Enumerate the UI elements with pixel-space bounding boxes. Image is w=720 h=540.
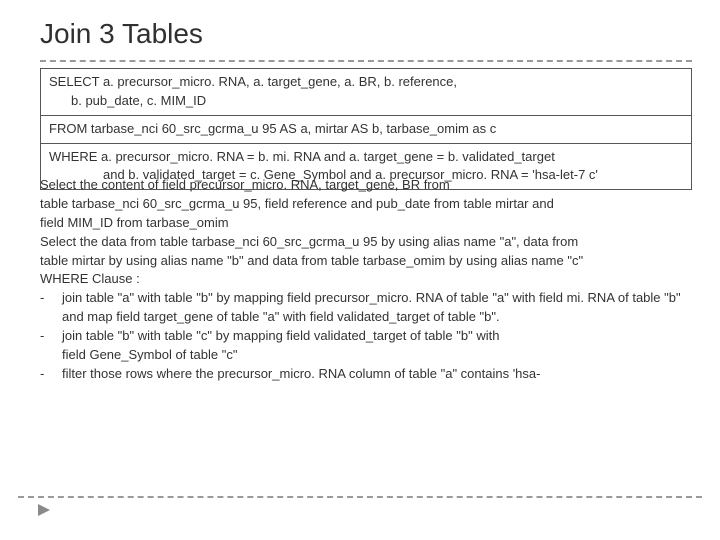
sql-select-line2: b. pub_date, c. MIM_ID	[49, 92, 683, 111]
bullet-2b: field Gene_Symbol of table "c"	[40, 346, 692, 365]
sql-where-line1: WHERE a. precursor_micro. RNA = b. mi. R…	[49, 149, 555, 164]
explain-line-3: field MIM_ID from tarbase_omim	[40, 214, 692, 233]
explain-line-5: table mirtar by using alias name "b" and…	[40, 252, 692, 271]
bullet-2: - join table "b" with table "c" by mappi…	[40, 327, 692, 346]
bullet-3-text: filter those rows where the precursor_mi…	[62, 365, 692, 384]
bullet-1-text: join table "a" with table "b" by mapping…	[62, 289, 692, 327]
slide: Join 3 Tables SELECT a. precursor_micro.…	[0, 0, 720, 384]
slide-title: Join 3 Tables	[40, 18, 692, 50]
dash-icon: -	[40, 365, 62, 384]
bullet-3: - filter those rows where the precursor_…	[40, 365, 692, 384]
arrow-right-icon	[38, 504, 52, 516]
sql-from: FROM tarbase_nci 60_src_gcrma_u 95 AS a,…	[41, 116, 691, 144]
dash-icon: -	[40, 327, 62, 346]
dash-icon	[40, 346, 62, 365]
explain-where-clause: WHERE Clause :	[40, 270, 692, 289]
sql-select-line1: SELECT a. precursor_micro. RNA, a. targe…	[49, 74, 457, 89]
footer-divider	[18, 496, 702, 498]
explain-line-2: table tarbase_nci 60_src_gcrma_u 95, fie…	[40, 195, 692, 214]
bullet-2b-text: field Gene_Symbol of table "c"	[62, 346, 692, 365]
title-divider	[40, 60, 692, 62]
bullet-2-text: join table "b" with table "c" by mapping…	[62, 327, 692, 346]
dash-icon: -	[40, 289, 62, 327]
explain-line-4: Select the data from table tarbase_nci 6…	[40, 233, 692, 252]
bullet-1: - join table "a" with table "b" by mappi…	[40, 289, 692, 327]
sql-select: SELECT a. precursor_micro. RNA, a. targe…	[41, 69, 691, 116]
explanation: Select the content of field precursor_mi…	[40, 176, 692, 383]
sql-box: SELECT a. precursor_micro. RNA, a. targe…	[40, 68, 692, 190]
